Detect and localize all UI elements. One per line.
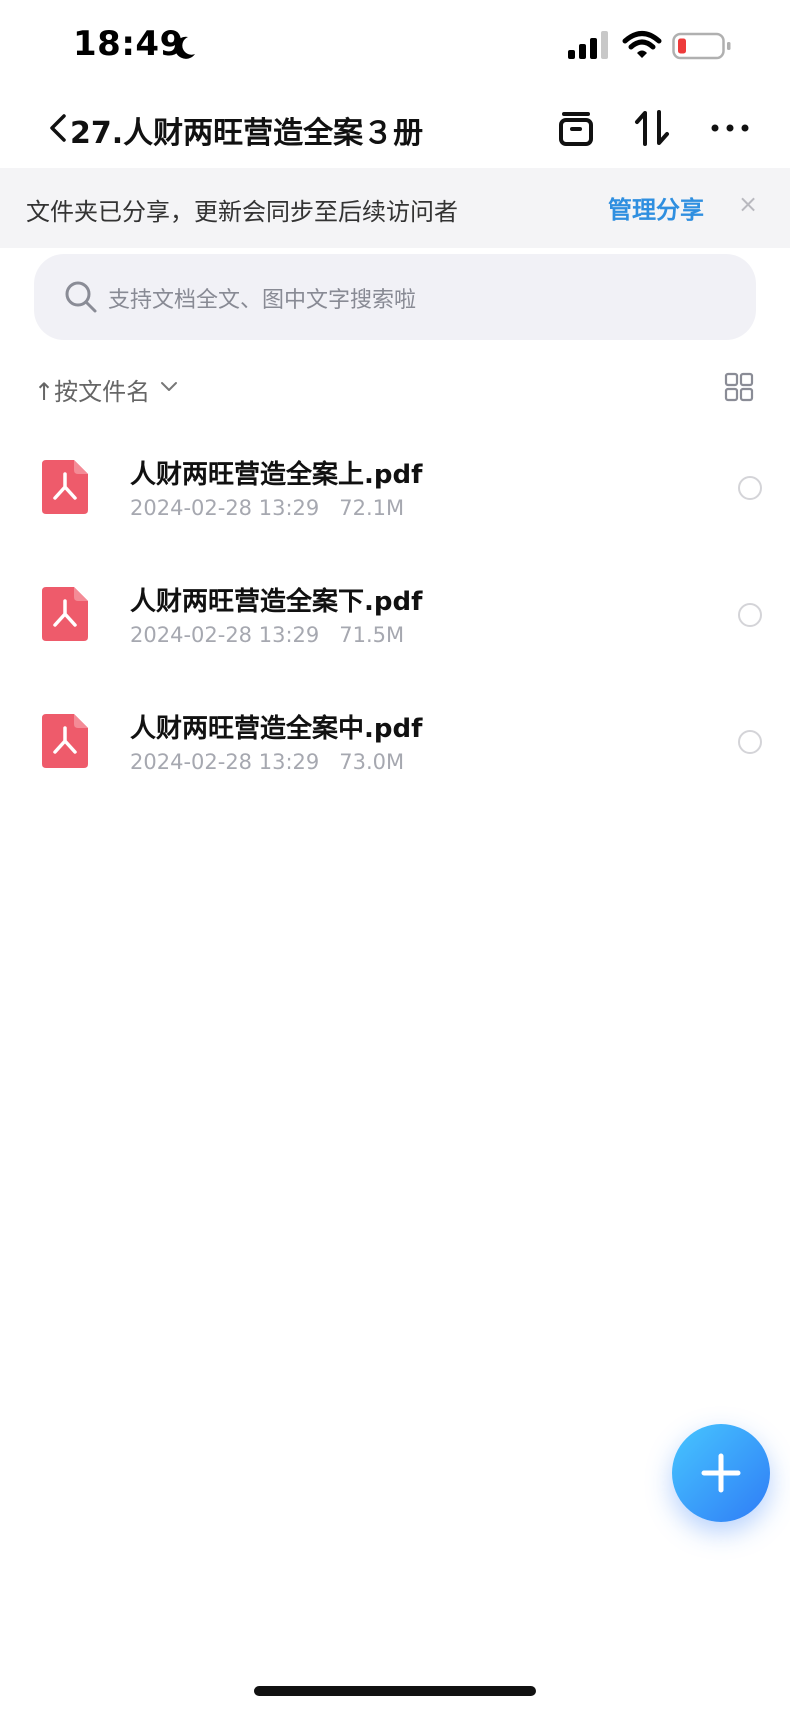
file-date: 2024-02-28 13:29: [130, 750, 320, 774]
chevron-down-icon[interactable]: [160, 380, 178, 394]
plus-icon: [701, 1453, 741, 1493]
select-checkbox[interactable]: [738, 603, 762, 627]
wifi-icon: [622, 31, 662, 58]
file-meta: 2024-02-28 13:29 71.5M: [130, 623, 404, 647]
close-icon[interactable]: ×: [738, 190, 758, 218]
select-checkbox[interactable]: [738, 476, 762, 500]
file-row[interactable]: 人财两旺营造全案下.pdf 2024-02-28 13:29 71.5M: [0, 559, 790, 686]
file-row[interactable]: 人财两旺营造全案上.pdf 2024-02-28 13:29 72.1M: [0, 432, 790, 559]
search-icon: [65, 281, 97, 313]
file-meta: 2024-02-28 13:29 72.1M: [130, 496, 404, 520]
file-size: 71.5M: [339, 623, 405, 647]
moon-icon: [174, 36, 195, 59]
file-size: 73.0M: [339, 750, 405, 774]
sort-row: ↑按文件名: [0, 368, 790, 408]
file-name: 人财两旺营造全案上.pdf: [130, 460, 423, 490]
file-size: 72.1M: [339, 496, 405, 520]
signal-icon: [568, 31, 608, 59]
file-row[interactable]: 人财两旺营造全案中.pdf 2024-02-28 13:29 73.0M: [0, 686, 790, 813]
file-meta: 2024-02-28 13:29 73.0M: [130, 750, 404, 774]
add-button[interactable]: [672, 1424, 770, 1522]
pdf-icon: [42, 714, 88, 768]
search-input[interactable]: 支持文档全文、图中文字搜索啦: [34, 254, 756, 340]
sort-button[interactable]: ↑按文件名: [34, 372, 150, 407]
pdf-icon: [42, 587, 88, 641]
file-date: 2024-02-28 13:29: [130, 623, 320, 647]
file-name: 人财两旺营造全案下.pdf: [130, 587, 423, 617]
pdf-icon: [42, 460, 88, 514]
file-list: 人财两旺营造全案上.pdf 2024-02-28 13:29 72.1M 人财两…: [0, 432, 790, 813]
back-icon[interactable]: [46, 110, 70, 146]
file-name: 人财两旺营造全案中.pdf: [130, 714, 423, 744]
share-banner: 文件夹已分享，更新会同步至后续访问者 管理分享 ×: [0, 168, 790, 248]
clear-icon[interactable]: [552, 104, 600, 152]
file-date: 2024-02-28 13:29: [130, 496, 320, 520]
select-checkbox[interactable]: [738, 730, 762, 754]
status-bar: 18:49: [0, 0, 790, 90]
manage-share-link[interactable]: 管理分享: [608, 190, 704, 225]
home-indicator: [254, 1686, 536, 1696]
status-time: 18:49: [73, 24, 184, 64]
page-title: 27.人财两旺营造全案３册: [70, 116, 424, 151]
more-icon[interactable]: [706, 104, 754, 152]
battery-icon: [672, 32, 731, 60]
grid-view-icon[interactable]: [724, 372, 754, 402]
nav-bar: 27.人财两旺营造全案３册: [0, 90, 790, 168]
sort-swap-icon[interactable]: [628, 104, 676, 152]
search-placeholder: 支持文档全文、图中文字搜索啦: [108, 288, 417, 313]
share-banner-text: 文件夹已分享，更新会同步至后续访问者: [26, 198, 458, 226]
